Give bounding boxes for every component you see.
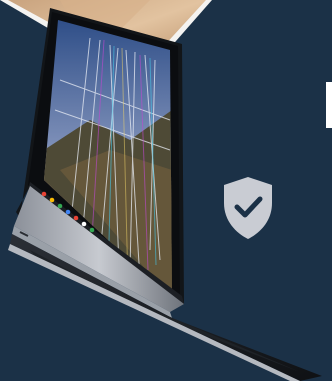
taskbar-icon: [65, 209, 71, 215]
taskbar-icon: [73, 215, 79, 221]
edge-panel: [326, 82, 332, 128]
taskbar-icon: [49, 197, 55, 203]
taskbar-icon: [81, 221, 87, 227]
shield-check-icon: [224, 177, 272, 239]
taskbar-icon: [57, 203, 63, 209]
taskbar-icon: [89, 227, 95, 233]
laptop-illustration: [0, 0, 332, 381]
promo-graphic: [0, 0, 332, 381]
